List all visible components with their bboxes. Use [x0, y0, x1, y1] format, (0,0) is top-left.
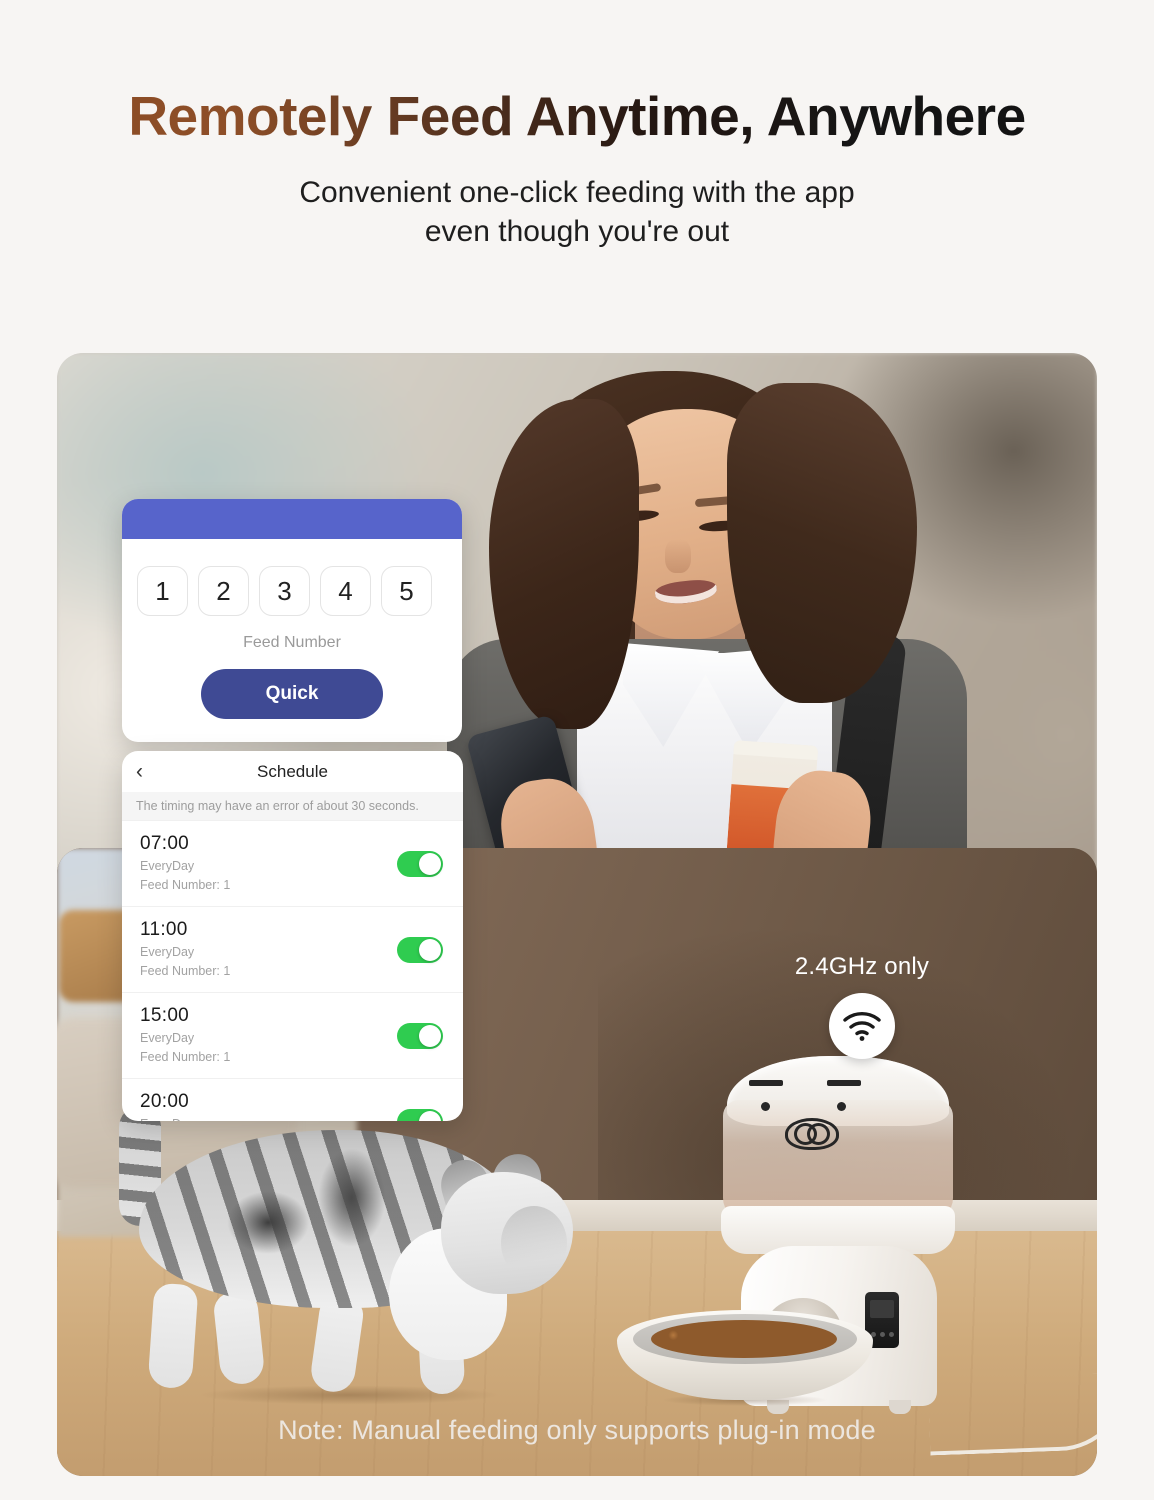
schedule-header: ‹ Schedule — [122, 751, 463, 792]
food-bowl — [617, 1296, 873, 1408]
schedule-row[interactable]: 11:00 EveryDay Feed Number: 1 — [122, 906, 463, 992]
feeder-display-screen — [870, 1300, 894, 1318]
schedule-note: The timing may have an error of about 30… — [122, 792, 463, 820]
feed-number-option-4[interactable]: 4 — [320, 566, 371, 616]
feed-number-option-2[interactable]: 2 — [198, 566, 249, 616]
schedule-feed-number: Feed Number: 1 — [140, 1050, 231, 1064]
cat — [89, 1106, 609, 1420]
feed-number-selector[interactable]: 1 2 3 4 5 — [122, 539, 462, 616]
feeder-cartoon-face — [741, 1080, 891, 1160]
feeder-eye-left — [761, 1102, 770, 1111]
cat-leg-front-1 — [308, 1293, 366, 1395]
nose — [665, 539, 691, 573]
schedule-feed-number: Feed Number: 1 — [140, 878, 231, 892]
wifi-badge: 2.4GHz only — [717, 953, 1007, 1059]
feeder-eyebrow-left — [749, 1080, 783, 1086]
feeder-panel-button-2[interactable] — [880, 1332, 885, 1337]
schedule-feed-number: Feed Number: 1 — [140, 964, 231, 978]
feeder-panel-button-3[interactable] — [889, 1332, 894, 1337]
feeder-foot-right — [889, 1400, 911, 1414]
bowl-kibble — [651, 1320, 837, 1358]
schedule-toggle[interactable] — [397, 1108, 443, 1121]
wifi-icon — [829, 993, 895, 1059]
wifi-label: 2.4GHz only — [794, 953, 930, 980]
feed-number-option-3[interactable]: 3 — [259, 566, 310, 616]
feed-number-label: Feed Number — [243, 634, 341, 651]
schedule-row[interactable]: 20:00 EveryDay Feed Number: 1 — [122, 1078, 463, 1121]
cat-leg-back-1 — [147, 1282, 199, 1390]
feeder-snout — [785, 1118, 839, 1150]
cat-leg-back-2 — [212, 1289, 266, 1387]
woman-figure — [427, 371, 987, 898]
app-card-header-bar — [122, 499, 462, 539]
feeder-eyebrow-right — [827, 1080, 861, 1086]
subtitle-line-1: Convenient one-click feeding with the ap… — [299, 175, 855, 209]
schedule-row[interactable]: 07:00 EveryDay Feed Number: 1 — [122, 820, 463, 906]
feed-number-option-1[interactable]: 1 — [137, 566, 188, 616]
app-card-schedule: ‹ Schedule The timing may have an error … — [122, 751, 463, 1121]
page-header: Remotely Feed Anytime, Anywhere Convenie… — [0, 0, 1154, 251]
cat-face-shading — [501, 1206, 567, 1280]
schedule-toggle[interactable] — [397, 1022, 443, 1049]
feed-number-option-5[interactable]: 5 — [381, 566, 432, 616]
schedule-toggle[interactable] — [397, 850, 443, 877]
quick-feed-button[interactable]: Quick — [201, 669, 383, 719]
app-card-feed-number: 1 2 3 4 5 Feed Number Quick — [122, 499, 462, 742]
schedule-title: Schedule — [257, 761, 328, 781]
subtitle-line-2: even though you're out — [424, 214, 730, 248]
page-subtitle: Convenient one-click feeding with the ap… — [0, 173, 1154, 251]
bottom-note: Note: Manual feeding only supports plug-… — [278, 1415, 876, 1445]
cat-shadow — [149, 1382, 549, 1408]
schedule-toggle[interactable] — [397, 936, 443, 963]
page-title: Remotely Feed Anytime, Anywhere — [0, 86, 1154, 147]
schedule-row[interactable]: 15:00 EveryDay Feed Number: 1 — [122, 992, 463, 1078]
feeder-eye-right — [837, 1102, 846, 1111]
